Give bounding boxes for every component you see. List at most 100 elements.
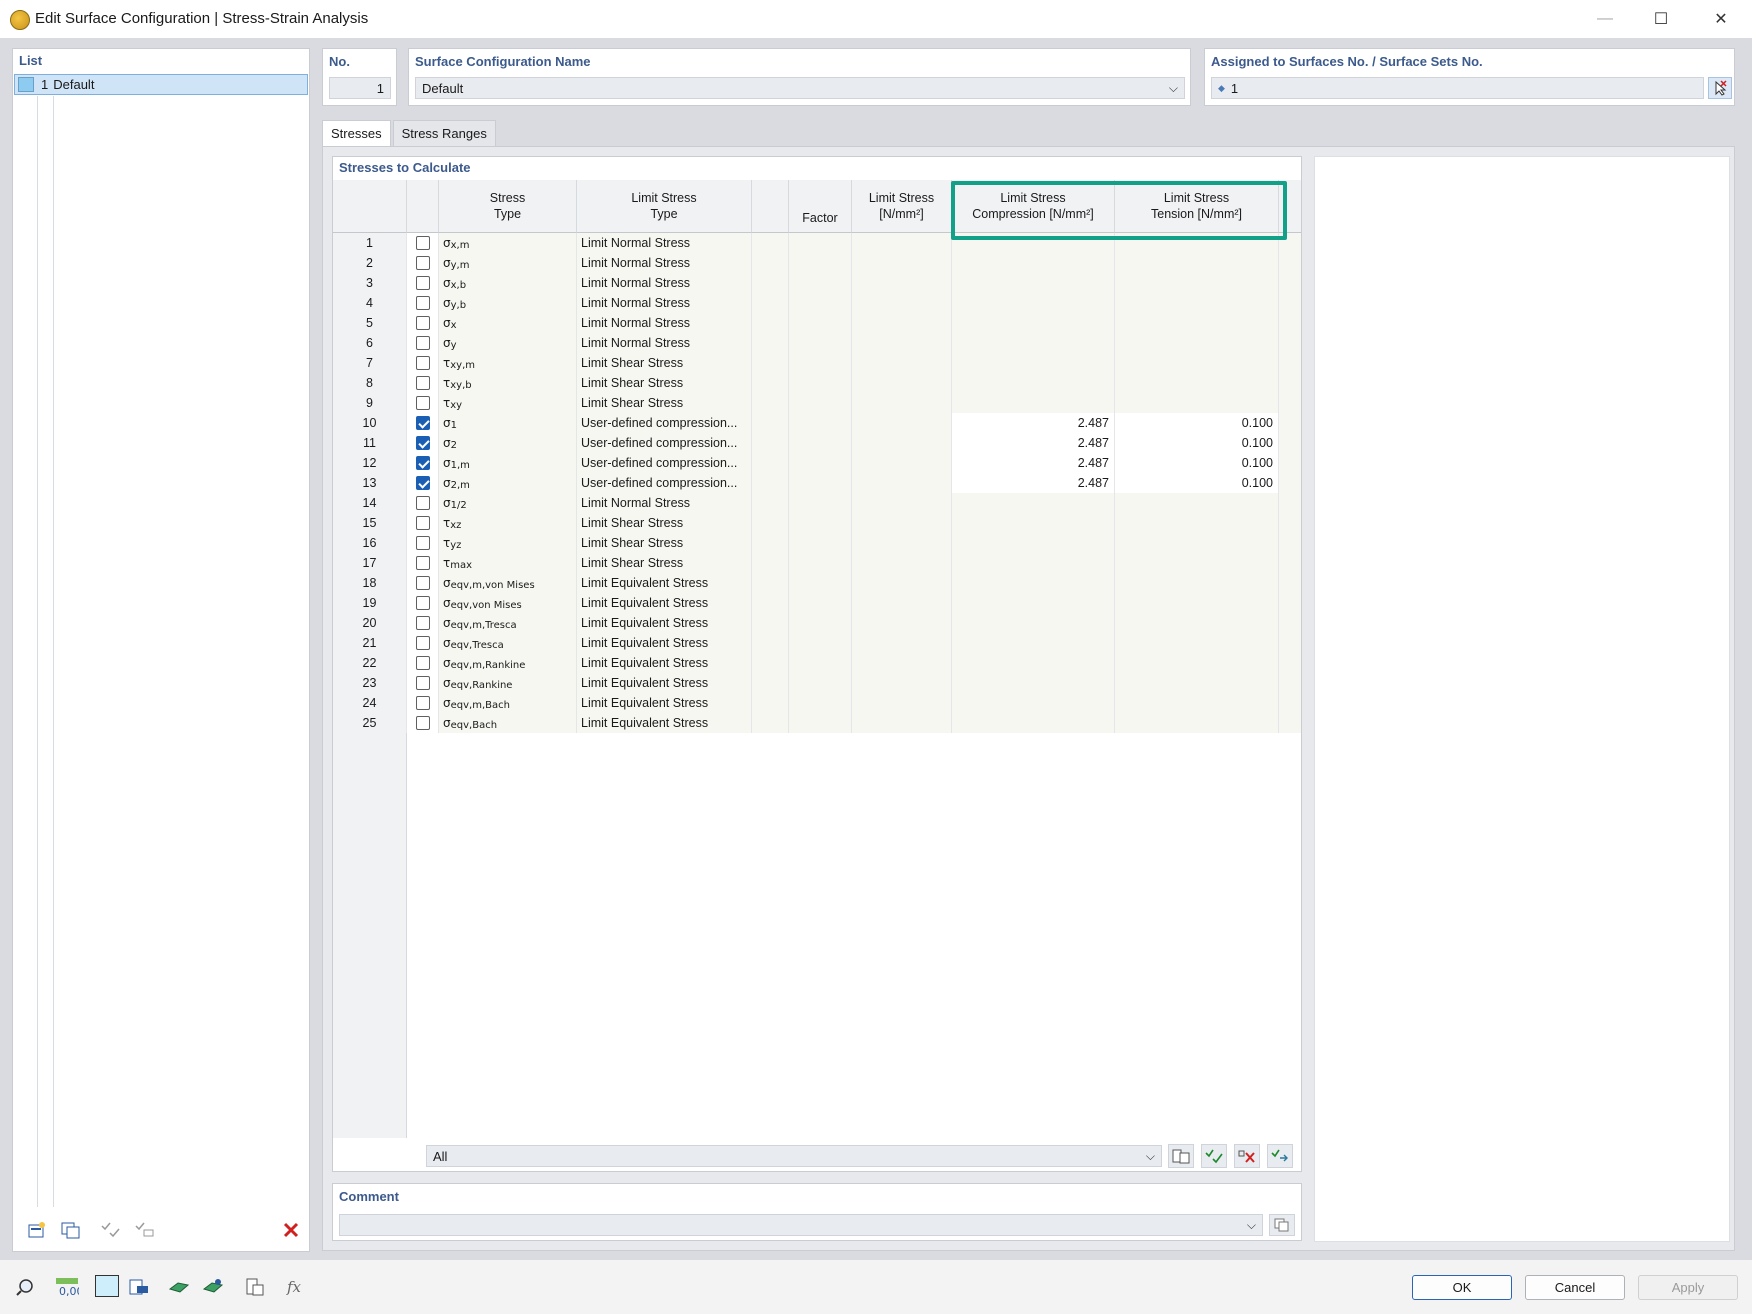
compression-cell[interactable]	[952, 613, 1115, 633]
limit-stress-cell[interactable]	[852, 233, 952, 253]
compression-cell[interactable]: 2.487	[952, 473, 1115, 493]
copy-item-icon[interactable]	[57, 1217, 85, 1243]
close-button[interactable]: ✕	[1698, 4, 1744, 34]
uncheck-all-icon[interactable]	[131, 1217, 159, 1243]
tension-cell[interactable]	[1115, 673, 1279, 693]
factor-cell[interactable]	[789, 573, 852, 593]
compression-cell[interactable]	[952, 293, 1115, 313]
factor-cell[interactable]	[789, 453, 852, 473]
limit-stress-cell[interactable]	[852, 373, 952, 393]
tension-cell[interactable]	[1115, 533, 1279, 553]
tension-cell[interactable]	[1115, 313, 1279, 333]
factor-cell[interactable]	[789, 713, 852, 733]
compression-cell[interactable]	[952, 553, 1115, 573]
limit-stress-type-cell[interactable]: Limit Equivalent Stress	[577, 613, 752, 633]
tension-cell[interactable]	[1115, 593, 1279, 613]
tension-cell[interactable]	[1115, 513, 1279, 533]
row-checkbox[interactable]	[415, 636, 430, 650]
factor-cell[interactable]	[789, 413, 852, 433]
compression-cell[interactable]	[952, 653, 1115, 673]
tension-cell[interactable]: 0.100	[1115, 433, 1279, 453]
limit-stress-cell[interactable]	[852, 493, 952, 513]
tab-stresses[interactable]: Stresses	[322, 120, 391, 146]
tab-stress-ranges[interactable]: Stress Ranges	[392, 120, 496, 146]
limit-stress-type-cell[interactable]: Limit Equivalent Stress	[577, 593, 752, 613]
ok-button[interactable]: OK	[1412, 1275, 1512, 1300]
factor-cell[interactable]	[789, 673, 852, 693]
tension-cell[interactable]	[1115, 633, 1279, 653]
limit-stress-type-cell[interactable]: Limit Normal Stress	[577, 313, 752, 333]
row-checkbox[interactable]	[415, 236, 430, 250]
compression-cell[interactable]	[952, 573, 1115, 593]
tension-cell[interactable]	[1115, 653, 1279, 673]
list-item[interactable]: 1 Default	[14, 74, 308, 95]
table-row[interactable]: 14 σ 1/2 Limit Normal Stress	[333, 493, 1301, 513]
compression-cell[interactable]	[952, 313, 1115, 333]
limit-stress-type-cell[interactable]: Limit Equivalent Stress	[577, 713, 752, 733]
limit-stress-cell[interactable]	[852, 613, 952, 633]
factor-cell[interactable]	[789, 553, 852, 573]
compression-cell[interactable]: 2.487	[952, 453, 1115, 473]
limit-stress-type-cell[interactable]: Limit Normal Stress	[577, 293, 752, 313]
row-checkbox[interactable]	[415, 596, 430, 610]
factor-cell[interactable]	[789, 693, 852, 713]
table-row[interactable]: 20 σ eqv,m,Tresca Limit Equivalent Stress	[333, 613, 1301, 633]
row-checkbox[interactable]	[415, 316, 430, 330]
number-input[interactable]: 1	[329, 77, 391, 99]
compression-cell[interactable]	[952, 373, 1115, 393]
limit-stress-type-cell[interactable]: Limit Normal Stress	[577, 333, 752, 353]
limit-stress-type-cell[interactable]: Limit Shear Stress	[577, 373, 752, 393]
limit-stress-cell[interactable]	[852, 693, 952, 713]
tension-cell[interactable]	[1115, 493, 1279, 513]
row-checkbox[interactable]	[415, 576, 430, 590]
row-checkbox[interactable]	[415, 716, 430, 730]
tension-cell[interactable]	[1115, 713, 1279, 733]
factor-cell[interactable]	[789, 533, 852, 553]
row-checkbox[interactable]	[415, 616, 430, 630]
table-row[interactable]: 18 σ eqv,m,von Mises Limit Equivalent Stres…	[333, 573, 1301, 593]
new-item-icon[interactable]	[23, 1217, 51, 1243]
factor-cell[interactable]	[789, 293, 852, 313]
limit-stress-type-cell[interactable]: Limit Normal Stress	[577, 273, 752, 293]
table-row[interactable]: 2 σ y,m Limit Normal Stress	[333, 253, 1301, 273]
limit-stress-type-cell[interactable]: Limit Equivalent Stress	[577, 673, 752, 693]
table-row[interactable]: 9 τ xy Limit Shear Stress	[333, 393, 1301, 413]
limit-stress-cell[interactable]	[852, 273, 952, 293]
factor-cell[interactable]	[789, 333, 852, 353]
formula-icon[interactable]: fx	[282, 1275, 308, 1299]
row-checkbox[interactable]	[415, 656, 430, 670]
limit-stress-type-cell[interactable]: Limit Equivalent Stress	[577, 653, 752, 673]
factor-cell[interactable]	[789, 313, 852, 333]
row-checkbox[interactable]	[415, 276, 430, 290]
tension-cell[interactable]: 0.100	[1115, 413, 1279, 433]
tension-cell[interactable]	[1115, 613, 1279, 633]
compression-cell[interactable]	[952, 633, 1115, 653]
factor-cell[interactable]	[789, 353, 852, 373]
table-row[interactable]: 7 τ xy,m Limit Shear Stress	[333, 353, 1301, 373]
comment-input[interactable]: ⌵	[339, 1214, 1263, 1236]
factor-cell[interactable]	[789, 653, 852, 673]
factor-cell[interactable]	[789, 253, 852, 273]
deselect-all-icon[interactable]	[1234, 1144, 1260, 1168]
tension-cell[interactable]: 0.100	[1115, 453, 1279, 473]
limit-stress-cell[interactable]	[852, 353, 952, 373]
compression-cell[interactable]: 2.487	[952, 433, 1115, 453]
table-row[interactable]: 24 σ eqv,m,Bach Limit Equivalent Stress	[333, 693, 1301, 713]
limit-stress-cell[interactable]	[852, 333, 952, 353]
tension-cell[interactable]	[1115, 333, 1279, 353]
limit-stress-cell[interactable]	[852, 533, 952, 553]
limit-stress-type-cell[interactable]: Limit Normal Stress	[577, 233, 752, 253]
limit-stress-cell[interactable]	[852, 313, 952, 333]
compression-cell[interactable]	[952, 333, 1115, 353]
table-row[interactable]: 11 σ 2 User-defined compression... 2.487 0.10…	[333, 433, 1301, 453]
factor-cell[interactable]	[789, 433, 852, 453]
config-name-select[interactable]: Default ⌵	[415, 77, 1185, 99]
compression-cell[interactable]	[952, 593, 1115, 613]
limit-stress-type-cell[interactable]: Limit Shear Stress	[577, 513, 752, 533]
limit-stress-cell[interactable]	[852, 473, 952, 493]
table-row[interactable]: 13 σ 2,m User-defined compression... 2.487 0.…	[333, 473, 1301, 493]
row-checkbox[interactable]	[415, 676, 430, 690]
tension-cell[interactable]	[1115, 373, 1279, 393]
compression-cell[interactable]	[952, 273, 1115, 293]
tension-cell[interactable]	[1115, 573, 1279, 593]
